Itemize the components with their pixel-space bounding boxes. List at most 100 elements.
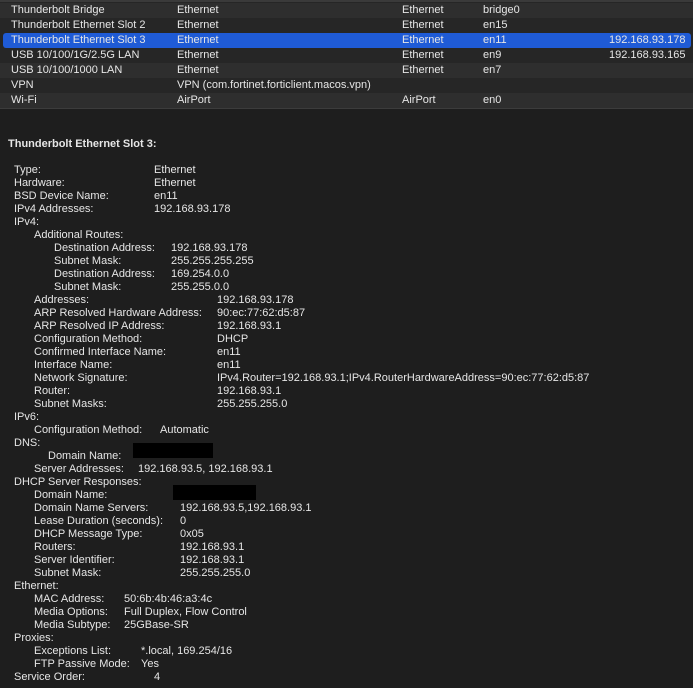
redacted-dhcp-domain-name <box>173 485 256 500</box>
detail-value: 255.255.255.255 <box>171 255 254 267</box>
interface-bsd-name: en7 <box>483 64 502 76</box>
interface-bsd-name: en9 <box>483 49 502 61</box>
detail-value: 192.168.93.178 <box>171 242 248 254</box>
detail-label: ARP Resolved Hardware Address: <box>34 307 202 319</box>
detail-value: 50:6b:4b:46:a3:4c <box>124 593 213 605</box>
interface-name: Thunderbolt Ethernet Slot 2 <box>11 19 146 31</box>
detail-label: Subnet Masks: <box>34 398 107 410</box>
detail-value: en11 <box>154 190 178 202</box>
interface-hardware: Ethernet <box>402 4 444 16</box>
interface-type: Ethernet <box>177 64 219 76</box>
interface-bsd-name: bridge0 <box>483 4 520 16</box>
detail-label: BSD Device Name: <box>14 190 109 202</box>
detail-label: DHCP Server Responses: <box>14 476 142 488</box>
detail-label: Service Order: <box>14 671 85 683</box>
detail-label: Ethernet: <box>14 580 59 592</box>
interface-ip: 192.168.93.165 <box>609 49 686 61</box>
table-row[interactable]: Thunderbolt Bridge Ethernet Ethernet bri… <box>0 3 693 18</box>
detail-label: Destination Address: <box>54 242 155 254</box>
interface-hardware: Ethernet <box>402 19 444 31</box>
detail-label: Configuration Method: <box>34 424 143 436</box>
interface-hardware: Ethernet <box>402 49 444 61</box>
detail-value: 255.255.255.0 <box>180 567 251 579</box>
interface-bsd-name: en0 <box>483 94 502 106</box>
detail-label: ARP Resolved IP Address: <box>34 320 165 332</box>
detail-label: Addresses: <box>34 294 90 306</box>
detail-value: 4 <box>154 671 161 683</box>
detail-value: Full Duplex, Flow Control <box>124 606 247 618</box>
detail-label: Hardware: <box>14 177 65 189</box>
interface-hardware: Ethernet <box>402 64 444 76</box>
interface-bsd-name: en15 <box>483 19 508 31</box>
detail-value: en11 <box>217 359 241 371</box>
detail-label: Network Signature: <box>34 372 128 384</box>
detail-label: Type: <box>14 164 41 176</box>
interface-type: Ethernet <box>177 4 219 16</box>
interface-name: Thunderbolt Ethernet Slot 3 <box>11 34 146 46</box>
detail-value: 192.168.93.178 <box>154 203 231 215</box>
detail-label: Media Options: <box>34 606 108 618</box>
detail-value: 255.255.255.0 <box>217 398 288 410</box>
interface-name: USB 10/100/1G/2.5G LAN <box>11 49 140 61</box>
detail-value: 192.168.93.1 <box>180 541 245 553</box>
detail-value: 192.168.93.1 <box>217 385 282 397</box>
table-top-border <box>0 0 693 2</box>
detail-label: Confirmed Interface Name: <box>34 346 167 358</box>
detail-value: 192.168.93.178 <box>217 294 294 306</box>
redacted-domain-name <box>133 443 213 458</box>
interface-type: Ethernet <box>177 19 219 31</box>
table-row[interactable]: Wi-Fi AirPort AirPort en0 <box>0 93 693 108</box>
detail-label: Lease Duration (seconds): <box>34 515 164 527</box>
detail-label: Destination Address: <box>54 268 155 280</box>
detail-label: Server Identifier: <box>34 554 115 566</box>
table-row[interactable]: USB 10/100/1000 LAN Ethernet Ethernet en… <box>0 63 693 78</box>
interface-name: VPN <box>11 79 34 91</box>
detail-title: Thunderbolt Ethernet Slot 3: <box>8 138 157 150</box>
detail-label: Domain Name: <box>48 450 122 462</box>
detail-label: IPv6: <box>14 411 40 423</box>
detail-value: 0x05 <box>180 528 204 540</box>
detail-value: 25GBase-SR <box>124 619 189 631</box>
detail-value: 169.254.0.0 <box>171 268 230 280</box>
detail-label: FTP Passive Mode: <box>34 658 130 670</box>
detail-value: Yes <box>141 658 159 670</box>
detail-value: Ethernet <box>154 177 196 189</box>
detail-value: Automatic <box>160 424 209 436</box>
detail-value: 192.168.93.5, 192.168.93.1 <box>138 463 273 475</box>
detail-label: DHCP Message Type: <box>34 528 143 540</box>
interface-name: USB 10/100/1000 LAN <box>11 64 123 76</box>
detail-pane: Thunderbolt Ethernet Slot 3: Type: Ethern… <box>0 109 693 688</box>
detail-label: DNS: <box>14 437 41 449</box>
detail-value: 0 <box>180 515 187 527</box>
detail-value: Ethernet <box>154 164 196 176</box>
detail-value: 192.168.93.1 <box>217 320 282 332</box>
interface-type: AirPort <box>177 94 211 106</box>
detail-label: Subnet Mask: <box>34 567 102 579</box>
interfaces-table: Thunderbolt Bridge Ethernet Ethernet bri… <box>0 0 693 108</box>
detail-label: Configuration Method: <box>34 333 143 345</box>
interface-name: Thunderbolt Bridge <box>11 4 105 16</box>
table-row[interactable]: Thunderbolt Ethernet Slot 2 Ethernet Eth… <box>0 18 693 33</box>
detail-label: Subnet Mask: <box>54 281 122 293</box>
detail-label: Media Subtype: <box>34 619 111 631</box>
detail-label: Routers: <box>34 541 76 553</box>
detail-value: *.local, 169.254/16 <box>141 645 233 657</box>
detail-label: Additional Routes: <box>34 229 124 241</box>
detail-label: Router: <box>34 385 71 397</box>
detail-value: 192.168.93.1 <box>180 554 245 566</box>
table-row[interactable]: USB 10/100/1G/2.5G LAN Ethernet Ethernet… <box>0 48 693 63</box>
detail-value: en11 <box>217 346 241 358</box>
detail-label: Domain Name: <box>34 489 108 501</box>
table-row[interactable]: VPN VPN (com.fortinet.forticlient.macos.… <box>0 78 693 93</box>
detail-label: IPv4 Addresses: <box>14 203 94 215</box>
detail-label: Proxies: <box>14 632 54 644</box>
interface-hardware: AirPort <box>402 94 436 106</box>
detail-value: DHCP <box>217 333 249 345</box>
interface-name: Wi-Fi <box>11 94 37 106</box>
detail-label: Server Addresses: <box>34 463 124 475</box>
detail-value: 192.168.93.5,192.168.93.1 <box>180 502 312 514</box>
table-row-selected[interactable]: Thunderbolt Ethernet Slot 3 Ethernet Eth… <box>3 33 691 48</box>
detail-label: MAC Address: <box>34 593 105 605</box>
detail-value: 90:ec:77:62:d5:87 <box>217 307 306 319</box>
detail-value: 255.255.0.0 <box>171 281 230 293</box>
